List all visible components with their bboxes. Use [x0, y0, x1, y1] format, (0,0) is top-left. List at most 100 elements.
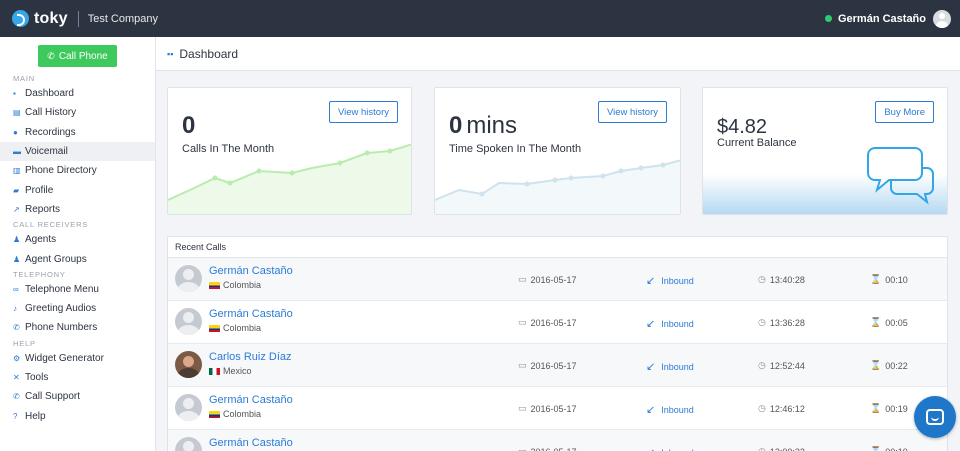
table-row[interactable]: Carlos Ruiz Díaz Mexico ▭ 2016-05-17 ↙ Inboun… [168, 344, 947, 387]
buy-more-button[interactable]: Buy More [875, 101, 934, 123]
call-phone-button[interactable]: ✆ Call Phone [38, 45, 117, 67]
caller-name[interactable]: Germán Castaño [209, 265, 293, 277]
sidebar-item-widget-generator[interactable]: ⚙ Widget Generator [0, 349, 155, 368]
user-icon: ♟ [13, 235, 21, 245]
table-row[interactable]: Germán CastañoColombia▭2016-05-17↙Inboun… [168, 387, 947, 430]
table-row[interactable]: Germán CastañoColombia▭2016-05-17↙Inboun… [168, 301, 947, 344]
sidebar-item-label: Dashboard [25, 88, 74, 100]
inbound-arrow-icon: ↙ [646, 318, 656, 330]
country-label: Colombia [223, 323, 262, 333]
sidebar-item-agents[interactable]: ♟ Agents [0, 230, 155, 249]
sidebar-item-reports[interactable]: ↗ Reports [0, 200, 155, 219]
flag-icon [209, 410, 220, 418]
caller-country: Mexico [209, 366, 252, 376]
list-icon: ▤ [13, 108, 21, 118]
call-time: ◷12:00:32 [758, 446, 805, 451]
caller-name[interactable]: Germán Castaño [209, 308, 293, 320]
call-duration: ⌛ 00:22 [870, 360, 908, 371]
call-direction: ↙Inbound [646, 318, 694, 330]
caller-name[interactable]: Germán Castaño [209, 394, 293, 406]
call-phone-label: Call Phone [58, 50, 108, 62]
inbound-arrow-icon: ↙ [646, 275, 656, 287]
calls-month-card: 0 Calls In The Month View history [167, 87, 412, 215]
sidebar-item-label: Telephone Menu [25, 283, 99, 295]
sidebar-item-label: Tools [25, 372, 49, 383]
caller-country: Colombia [209, 280, 261, 290]
table-row[interactable]: Germán CastañoColombia▭2016-05-17↙Inboun… [168, 430, 947, 451]
balance-label: Current Balance [717, 137, 797, 149]
online-status-icon [824, 15, 832, 22]
flag-icon [209, 324, 220, 332]
sidebar-item-telephone-menu[interactable]: ∞ Telephone Menu [0, 280, 155, 299]
country-label: Colombia [223, 409, 262, 419]
logo[interactable]: toky [12, 10, 68, 28]
briefcase-icon: ▰ [13, 185, 20, 195]
table-row[interactable]: Germán CastañoColombia▭2016-05-17↙Inboun… [168, 258, 947, 301]
recent-calls-title: Recent Calls [168, 237, 947, 258]
call-date: ▭2016-05-17 [518, 403, 577, 414]
support-chat-button[interactable] [914, 396, 956, 438]
sidebar-item-profile[interactable]: ▰ Profile [0, 180, 155, 199]
recent-calls-list: Germán Castaño Colombia ▭ 2016-05-17 ↙ Inboun… [168, 258, 947, 451]
logo-divider [77, 10, 79, 27]
users-icon: ♟ [13, 254, 21, 264]
call-duration: ⌛00:10 [870, 274, 908, 285]
calendar-icon: ▭ [518, 317, 527, 327]
phone-icon: ✆ [13, 392, 20, 402]
sidebar-item-greeting-audios[interactable]: ♪ Greeting Audios [0, 299, 155, 318]
sidebar-item-label: Voicemail [25, 146, 68, 158]
chat-icon [926, 409, 944, 425]
time-spoken-value: 0 mins [449, 112, 518, 139]
sidebar-item-label: Call Support [25, 391, 81, 403]
sidebar-item-label: Agent Groups [25, 253, 87, 265]
user-avatar-icon[interactable] [933, 9, 951, 28]
sidebar-item-label: Agents [25, 234, 57, 246]
caller-avatar [175, 308, 202, 335]
call-direction: ↙Inbound [646, 275, 694, 287]
call-date: ▭2016-05-17 [518, 360, 577, 371]
calendar-icon: ▭ [518, 446, 527, 451]
sidebar-item-call-history[interactable]: ▤ Call History [0, 103, 155, 122]
sidebar-item-label: Profile [25, 184, 54, 196]
caller-name[interactable]: Carlos Ruiz Díaz [209, 351, 292, 363]
sidebar-item-label: Call History [25, 107, 77, 119]
recent-calls-panel: Recent Calls Germán Castaño Colombia ▭ 2016… [167, 236, 948, 451]
sidebar-item-recordings[interactable]: ● Recordings [0, 123, 155, 142]
balance-card: $4.82 Current Balance Buy More [702, 87, 948, 215]
sidebar-item-agent-groups[interactable]: ♟ Agent Groups [0, 249, 155, 268]
call-time: ◷ 13:40:28 [758, 274, 805, 285]
sidebar-item-voicemail[interactable]: ▬ Voicemail [0, 141, 155, 162]
sidebar-item-tools[interactable]: ✕ Tools [0, 368, 155, 387]
call-time: ◷ 12:46:12 [758, 403, 805, 414]
calendar-icon: ▭ [518, 274, 527, 284]
sidebar-item-call-support[interactable]: ✆ Call Support [0, 387, 155, 406]
hourglass-icon: ⌛ [870, 317, 882, 327]
calls-count: 0 [182, 112, 196, 139]
hourglass-icon: ⌛ [870, 360, 882, 370]
calendar-icon: ▭ [518, 403, 527, 413]
hourglass-icon: ⌛ [870, 403, 882, 413]
sidebar-item-label: Recordings [25, 126, 76, 138]
toky-logo-icon [12, 10, 29, 27]
caller-name[interactable]: Germán Castaño [209, 437, 293, 449]
sidebar-nav: MAIN ▪ Dashboard ▤ Call History ● Recordings ▬ V… [0, 73, 155, 426]
calendar-icon: ▭ [518, 360, 527, 370]
tools-icon: ✕ [13, 373, 20, 382]
chat-bubbles-icon [867, 147, 934, 205]
user-menu[interactable]: Germán Castaño [824, 9, 951, 28]
inbound-arrow-icon: ↙ [646, 446, 655, 451]
calls-view-history-button[interactable]: View history [328, 101, 398, 123]
sidebar-item-help[interactable]: ? Help [0, 406, 155, 425]
clock-icon: ◷ [758, 360, 766, 370]
phone-icon: ✆ [47, 50, 55, 61]
record-icon: ● [13, 127, 18, 137]
sidebar-item-phone-numbers[interactable]: ✆ Phone Numbers [0, 318, 155, 337]
sidebar-section-label: MAIN [13, 74, 35, 83]
gear-icon: ⚙ [13, 353, 21, 363]
sidebar-section-label: TELEPHONY [13, 269, 66, 279]
clock-icon: ◷ [758, 446, 766, 451]
sidebar-item-phone-directory[interactable]: ▥ Phone Directory [0, 161, 155, 180]
call-duration: ⌛ 00:05 [870, 317, 908, 328]
sidebar-item-dashboard[interactable]: ▪ Dashboard [0, 84, 155, 103]
spoken-view-history-button[interactable]: View history [597, 101, 667, 123]
